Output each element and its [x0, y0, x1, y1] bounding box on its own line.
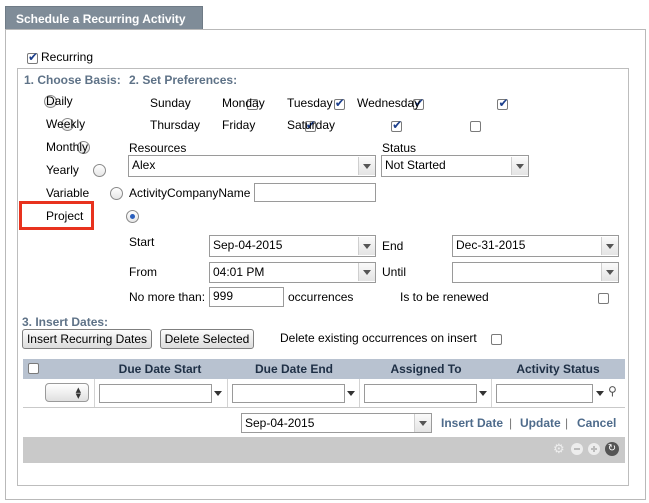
- label-monday: Monday: [222, 96, 265, 110]
- dropdown-arrow-icon: [358, 263, 375, 281]
- refresh-icon[interactable]: ↻: [605, 442, 619, 456]
- add-icon[interactable]: [588, 443, 600, 455]
- recurring-label: Recurring: [41, 50, 94, 64]
- remove-icon[interactable]: [571, 443, 583, 455]
- occurrences-value: 999: [213, 289, 234, 303]
- operator-spinner[interactable]: ▲ ▼: [45, 383, 89, 402]
- action-separator: |: [509, 416, 513, 430]
- column-assigned-to[interactable]: Assigned To: [361, 359, 491, 379]
- checkbox-monday[interactable]: [333, 96, 345, 110]
- radio-yearly-label: Yearly: [46, 163, 79, 177]
- radio-project[interactable]: [126, 210, 140, 223]
- radio-daily-label: Daily: [46, 94, 73, 108]
- action-separator: |: [565, 416, 569, 430]
- delete-selected-button[interactable]: Delete Selected: [160, 329, 254, 349]
- insert-recurring-dates-button[interactable]: Insert Recurring Dates: [22, 329, 152, 349]
- choose-basis-header: 1. Choose Basis:: [24, 73, 121, 87]
- checkbox-saturday[interactable]: [470, 121, 482, 132]
- filter-due-date-start[interactable]: [99, 384, 212, 403]
- tab-schedule-recurring[interactable]: Schedule a Recurring Activity: [5, 6, 203, 30]
- label-friday: Friday: [222, 118, 256, 132]
- cancel-link[interactable]: Cancel: [577, 416, 616, 430]
- resources-label: Resources: [129, 141, 187, 155]
- radio-monthly-label: Monthly: [46, 140, 89, 154]
- filter-icon[interactable]: ⚲: [608, 384, 617, 398]
- end-date-select[interactable]: Dec-31-2015: [452, 235, 619, 257]
- dropdown-arrow-icon: [414, 414, 431, 432]
- insert-date-select[interactable]: Sep-04-2015: [241, 413, 432, 433]
- no-more-than-label: No more than:: [129, 290, 206, 304]
- dropdown-arrow-icon: [601, 263, 618, 281]
- filter-assigned-to[interactable]: [364, 384, 477, 403]
- renewed-checkbox[interactable]: [597, 293, 609, 304]
- resources-value: Alex: [132, 158, 156, 172]
- gear-icon[interactable]: ⚙: [553, 442, 565, 457]
- dropdown-arrow-icon[interactable]: [214, 391, 222, 396]
- label-sunday: Sunday: [150, 96, 191, 110]
- column-activity-status[interactable]: Activity Status: [493, 359, 623, 379]
- recurring-checkbox[interactable]: [27, 50, 38, 64]
- until-label: Until: [382, 265, 407, 279]
- renewed-label: Is to be renewed: [400, 290, 489, 304]
- company-label: ActivityCompanyName: [129, 186, 251, 200]
- company-input[interactable]: [254, 183, 376, 202]
- start-label: Start: [129, 235, 155, 249]
- insert-date-link[interactable]: Insert Date: [441, 416, 503, 430]
- occurrences-input[interactable]: 999: [209, 287, 284, 307]
- grid-filter-row: ▲ ▼ ⚲: [23, 379, 625, 408]
- delete-existing-label: Delete existing occurrences on insert: [280, 331, 477, 345]
- insert-dates-header: 3. Insert Dates:: [22, 315, 109, 329]
- radio-project-label: Project: [46, 209, 84, 223]
- update-link[interactable]: Update: [520, 416, 561, 430]
- column-due-date-start[interactable]: Due Date Start: [95, 359, 225, 379]
- occurrences-label: occurrences: [288, 290, 354, 304]
- resources-select[interactable]: Alex: [128, 155, 376, 177]
- insert-date-value: Sep-04-2015: [245, 416, 315, 430]
- dropdown-arrow-icon[interactable]: [596, 391, 604, 396]
- from-time-value: 04:01 PM: [213, 265, 265, 279]
- filter-due-date-end[interactable]: [232, 384, 345, 403]
- column-due-date-end[interactable]: Due Date End: [229, 359, 359, 379]
- dropdown-arrow-icon: [358, 237, 375, 255]
- status-label: Status: [382, 141, 417, 155]
- grid-footer: ⚙ ↻: [23, 437, 625, 463]
- label-saturday: Saturday: [287, 118, 336, 132]
- checkbox-friday[interactable]: [391, 118, 402, 132]
- end-label: End: [382, 239, 404, 253]
- status-value: Not Started: [385, 158, 446, 172]
- from-time-select[interactable]: 04:01 PM: [209, 262, 376, 283]
- spinner-icon: ▲ ▼: [75, 386, 81, 400]
- until-time-select[interactable]: [452, 262, 619, 283]
- start-date-select[interactable]: Sep-04-2015: [209, 235, 376, 257]
- from-label: From: [129, 265, 157, 279]
- radio-variable-label: Variable: [46, 186, 90, 200]
- tab-title: Schedule a Recurring Activity: [16, 12, 186, 26]
- set-preferences-header: 2. Set Preferences:: [129, 73, 238, 87]
- dropdown-arrow-icon: [511, 157, 528, 175]
- checkbox-wednesday[interactable]: [497, 96, 509, 110]
- radio-weekly-label: Weekly: [46, 117, 86, 131]
- filter-activity-status[interactable]: [496, 384, 593, 403]
- status-select[interactable]: Not Started: [381, 155, 529, 177]
- dropdown-arrow-icon[interactable]: [479, 391, 487, 396]
- grid-header: Due Date Start Due Date End Assigned To …: [23, 359, 625, 379]
- dropdown-arrow-icon: [601, 237, 618, 255]
- label-wednesday: Wednesday: [357, 96, 421, 110]
- delete-existing-checkbox[interactable]: [491, 334, 503, 345]
- select-all-checkbox[interactable]: [28, 363, 39, 374]
- end-date-value: Dec-31-2015: [456, 238, 526, 252]
- dropdown-arrow-icon: [358, 157, 375, 175]
- radio-variable[interactable]: [109, 187, 123, 200]
- start-date-value: Sep-04-2015: [213, 238, 283, 252]
- dropdown-arrow-icon[interactable]: [347, 391, 355, 396]
- label-thursday: Thursday: [150, 118, 201, 132]
- label-tuesday: Tuesday: [287, 96, 333, 110]
